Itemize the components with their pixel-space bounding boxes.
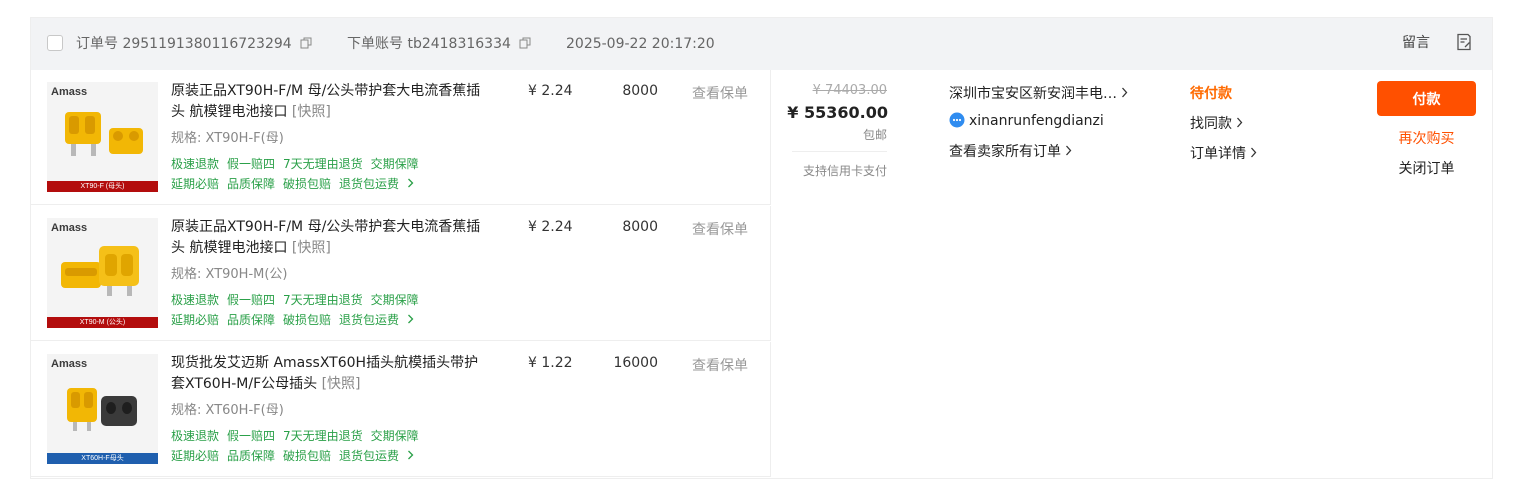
order-datetime: 2025-09-22 20:17:20	[566, 36, 715, 52]
chevron-right-icon	[1066, 145, 1072, 156]
service-tag[interactable]: 退货包运费	[339, 177, 399, 191]
service-tag[interactable]: 品质保障	[227, 177, 275, 191]
view-policy-link[interactable]: 查看保单	[692, 219, 748, 239]
original-price: ¥ 74403.00	[812, 83, 887, 98]
quantity: 8000	[622, 219, 658, 235]
product-row: Amass XT90-F (母头) 原装正品XT90H-F/M 母/公头带护套大…	[31, 70, 771, 205]
order-account: 下单账号 tb2418316334	[347, 35, 531, 54]
chevron-right-icon	[1122, 87, 1128, 98]
find-similar-link[interactable]: 找同款	[1190, 113, 1243, 133]
service-tags-row: 延期必赔 品质保障 破损包赔 退货包运费	[171, 447, 414, 464]
close-order-link[interactable]: 关闭订单	[1377, 158, 1476, 178]
pay-button[interactable]: 付款	[1377, 81, 1476, 116]
chevron-right-icon	[1251, 147, 1257, 158]
service-tag[interactable]: 延期必赔	[171, 313, 219, 327]
chat-bubble-icon[interactable]	[949, 112, 965, 128]
seller-address-link[interactable]: 深圳市宝安区新安润丰电…	[949, 83, 1128, 103]
quantity: 16000	[613, 355, 658, 371]
account-value: tb2418316334	[407, 36, 511, 52]
service-tag[interactable]: 交期保障	[371, 429, 419, 443]
order-select-checkbox[interactable]	[47, 35, 63, 51]
rebuy-link[interactable]: 再次购买	[1377, 128, 1476, 148]
product-title[interactable]: 原装正品XT90H-F/M 母/公头带护套大电流香蕉插头 航模锂电池接口 [快照…	[171, 217, 486, 259]
service-tag[interactable]: 极速退款	[171, 157, 219, 171]
account-label: 下单账号	[347, 36, 403, 52]
service-tag[interactable]: 假一赔四	[227, 293, 275, 307]
amount-column: ¥ 74403.00 ¥ 55360.00 包邮 支持信用卡支付	[772, 70, 907, 478]
copy-icon[interactable]	[519, 36, 531, 54]
service-tag[interactable]: 品质保障	[227, 449, 275, 463]
snapshot-link[interactable]: [快照]	[292, 240, 331, 256]
service-tags-row: 极速退款 假一赔四 7天无理由退货 交期保障	[171, 427, 427, 444]
product-image-caption: XT90-F (母头)	[47, 181, 158, 192]
service-tag[interactable]: 退货包运费	[339, 449, 399, 463]
note-icon[interactable]	[1456, 33, 1472, 56]
credit-card-note: 支持信用卡支付	[802, 164, 887, 178]
order-number: 订单号 2951191380116723294	[76, 35, 312, 54]
product-image-caption: XT60H-F母头	[47, 453, 158, 464]
chevron-right-icon	[408, 450, 414, 460]
unit-price: ¥ 2.24	[528, 219, 573, 235]
service-tag[interactable]: 极速退款	[171, 429, 219, 443]
service-tag[interactable]: 假一赔四	[227, 157, 275, 171]
service-tag[interactable]: 品质保障	[227, 313, 275, 327]
service-tag[interactable]: 7天无理由退货	[283, 293, 363, 307]
quantity: 8000	[622, 83, 658, 99]
chevron-right-icon	[408, 314, 414, 324]
service-tags-row: 延期必赔 品质保障 破损包赔 退货包运费	[171, 311, 414, 328]
divider	[792, 151, 887, 152]
order-card: 订单号 2951191380116723294 下单账号 tb241831633…	[30, 17, 1493, 479]
service-tags-row: 延期必赔 品质保障 破损包赔 退货包运费	[171, 175, 414, 192]
order-detail-link[interactable]: 订单详情	[1190, 143, 1257, 163]
unit-price: ¥ 2.24	[528, 83, 573, 99]
service-tag[interactable]: 7天无理由退货	[283, 429, 363, 443]
chevron-right-icon	[408, 178, 414, 188]
product-image-caption: XT90-M (公头)	[47, 317, 158, 328]
total-price: ¥ 55360.00	[787, 103, 888, 122]
service-tag[interactable]: 极速退款	[171, 293, 219, 307]
product-title[interactable]: 原装正品XT90H-F/M 母/公头带护套大电流香蕉插头 航模锂电池接口 [快照…	[171, 81, 486, 123]
order-detail-label[interactable]: 订单详情	[1190, 146, 1246, 162]
product-title[interactable]: 现货批发艾迈斯 AmassXT60H插头航模插头带护套XT60H-M/F公母插头…	[171, 353, 486, 395]
service-tag[interactable]: 延期必赔	[171, 449, 219, 463]
service-tags-row: 极速退款 假一赔四 7天无理由退货 交期保障	[171, 155, 427, 172]
snapshot-link[interactable]: [快照]	[292, 104, 331, 120]
seller-all-orders-link[interactable]: 查看卖家所有订单	[949, 141, 1072, 161]
service-tag[interactable]: 交期保障	[371, 293, 419, 307]
service-tag[interactable]: 7天无理由退货	[283, 157, 363, 171]
message-button[interactable]: 留言	[1402, 34, 1430, 52]
product-image[interactable]: Amass XT90-F (母头)	[47, 82, 158, 192]
view-policy-link[interactable]: 查看保单	[692, 83, 748, 103]
seller-name[interactable]: xinanrunfengdianzi	[969, 113, 1104, 129]
service-tag[interactable]: 假一赔四	[227, 429, 275, 443]
copy-icon[interactable]	[300, 36, 312, 54]
service-tag[interactable]: 破损包赔	[283, 177, 331, 191]
product-spec: 规格: XT90H-F(母)	[171, 131, 284, 146]
chevron-right-icon	[1237, 117, 1243, 128]
seller-address[interactable]: 深圳市宝安区新安润丰电…	[949, 86, 1117, 102]
snapshot-link[interactable]: [快照]	[322, 376, 361, 392]
order-status: 待付款	[1190, 86, 1232, 102]
order-header: 订单号 2951191380116723294 下单账号 tb241831633…	[31, 18, 1492, 70]
seller-all-orders-label[interactable]: 查看卖家所有订单	[949, 144, 1061, 160]
product-image[interactable]: Amass XT60H-F母头	[47, 354, 158, 464]
view-policy-link[interactable]: 查看保单	[692, 355, 748, 375]
service-tag[interactable]: 退货包运费	[339, 313, 399, 327]
product-spec: 规格: XT90H-M(公)	[171, 267, 288, 282]
order-number-value: 2951191380116723294	[122, 36, 292, 52]
product-spec: 规格: XT60H-F(母)	[171, 403, 284, 418]
service-tag[interactable]: 破损包赔	[283, 449, 331, 463]
product-image[interactable]: Amass XT90-M (公头)	[47, 218, 158, 328]
product-row: Amass XT60H-F母头 现货批发艾迈斯 AmassXT60H插头航模插头…	[31, 342, 771, 477]
shipping-label: 包邮	[862, 128, 887, 142]
find-similar-label[interactable]: 找同款	[1190, 116, 1232, 132]
service-tag[interactable]: 延期必赔	[171, 177, 219, 191]
service-tag[interactable]: 破损包赔	[283, 313, 331, 327]
service-tag[interactable]: 交期保障	[371, 157, 419, 171]
order-number-label: 订单号	[76, 36, 118, 52]
seller-name-link[interactable]: xinanrunfengdianzi	[949, 112, 1104, 129]
product-row: Amass XT90-M (公头) 原装正品XT90H-F/M 母/公头带护套大…	[31, 206, 771, 341]
unit-price: ¥ 1.22	[528, 355, 573, 371]
service-tags-row: 极速退款 假一赔四 7天无理由退货 交期保障	[171, 291, 427, 308]
